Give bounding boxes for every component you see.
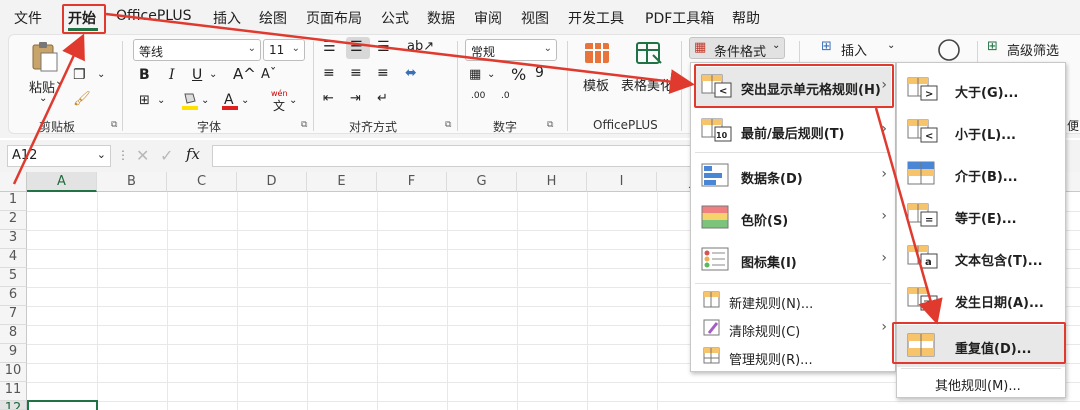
- arrow-to-duplicate-values: [874, 107, 943, 325]
- annotation-arrows: [12, 12, 943, 325]
- arrow-to-home-tab: [12, 33, 85, 185]
- arrow-to-highlight-rules: [105, 12, 695, 95]
